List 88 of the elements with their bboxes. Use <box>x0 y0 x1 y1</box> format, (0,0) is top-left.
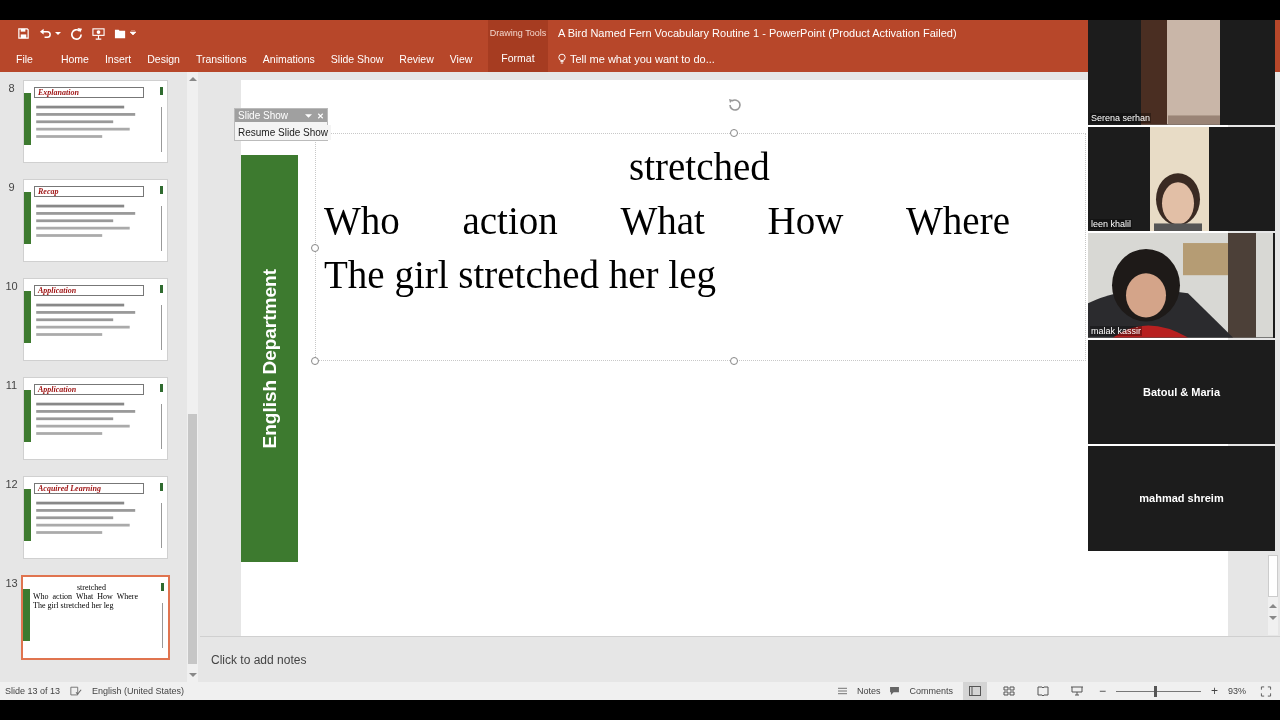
slide-heading: How <box>767 198 844 244</box>
participant-name: Batoul & Maria <box>1143 385 1220 398</box>
participant-name: malak kassir <box>1090 325 1142 336</box>
slide-number: 11 <box>4 378 19 391</box>
save-icon[interactable] <box>17 26 30 40</box>
slide-thumbnail[interactable]: stretched Who action What How Where The girl stretched her leg <box>21 575 170 660</box>
thumbnail-banner <box>24 93 31 145</box>
slide-thumbnail[interactable]: Acquired Learning <box>23 476 168 559</box>
thumbnail-banner <box>23 589 30 641</box>
spellcheck-icon[interactable] <box>70 685 83 697</box>
toolbar-title: Slide Show <box>238 110 290 121</box>
thumbnail-banner <box>24 291 31 343</box>
participant-name: mahmad shreim <box>1139 492 1224 505</box>
fit-slide-icon[interactable] <box>1260 685 1272 697</box>
ribbon-tab[interactable]: Review <box>397 53 436 65</box>
notes-button[interactable]: Notes <box>856 686 881 696</box>
thumbnail-title: Acquired Learning <box>34 483 144 494</box>
thumbnail-title: Application <box>34 384 144 395</box>
slide-heading: What <box>620 198 705 244</box>
participant-name: leen khalil <box>1090 219 1133 229</box>
zoom-thumb[interactable] <box>1154 685 1158 697</box>
comment-icon[interactable] <box>890 687 900 695</box>
customize-caret-icon[interactable] <box>130 30 136 36</box>
slide-heading: Where <box>906 198 1010 244</box>
resize-handle[interactable] <box>311 244 319 252</box>
slide-thumbnail[interactable]: Recap <box>23 179 168 262</box>
ribbon-tab[interactable]: Animations <box>260 53 317 65</box>
tell-me-field[interactable]: Tell me what you want to do... <box>570 53 715 65</box>
ribbon-tab[interactable]: Design <box>145 53 182 65</box>
slide-thumbnail[interactable]: Application <box>23 377 168 460</box>
ribbon-tab[interactable]: View <box>447 53 475 65</box>
scrollbar[interactable] <box>187 72 198 682</box>
ribbon-tab[interactable]: Format <box>499 46 537 72</box>
scroll-up-icon[interactable] <box>188 76 197 82</box>
rotate-handle-icon[interactable] <box>727 97 743 113</box>
ribbon-tab[interactable]: Transitions <box>193 53 249 65</box>
notes-placeholder[interactable]: Click to add notes <box>211 652 307 667</box>
undo-icon[interactable] <box>39 26 52 40</box>
thumbnail-title: Application <box>34 285 144 296</box>
redo-icon[interactable] <box>70 26 83 40</box>
comments-button[interactable]: Comments <box>909 686 953 696</box>
slide-sentence: The girl stretched her leg <box>324 252 717 299</box>
resize-handle[interactable] <box>730 129 738 137</box>
zoom-level[interactable]: 93% <box>1228 686 1250 696</box>
slide-number: 8 <box>7 81 16 94</box>
window-title: A Bird Named Fern Vocabulary Routine 1 - PowerPoint (Product Activation Failed) <box>558 26 957 41</box>
context-label: Drawing Tools <box>489 27 547 40</box>
thumbnail-title: Explanation <box>34 87 144 98</box>
language[interactable]: English (United States) <box>92 686 185 696</box>
lightbulb-icon <box>558 53 566 65</box>
slide-heading: Who <box>324 198 400 244</box>
ribbon-tab[interactable]: File <box>14 53 35 65</box>
scroll-down-icon[interactable] <box>1269 615 1277 621</box>
thumbnail-title: Recap <box>34 186 144 197</box>
thumbnail-text: The girl stretched her leg <box>33 601 115 610</box>
notes-icon[interactable] <box>837 687 847 695</box>
zoom-in-button[interactable]: + <box>1211 684 1218 698</box>
ribbon-tab[interactable]: Slide Show <box>328 53 386 65</box>
close-icon[interactable] <box>317 112 324 119</box>
scroll-down-icon[interactable] <box>188 672 197 678</box>
resume-button[interactable]: Resume Slide Show <box>235 125 332 140</box>
slide-thumbnail[interactable]: Explanation <box>23 80 168 163</box>
slide-count: Slide 13 of 13 <box>5 686 61 696</box>
slide-number: 13 <box>4 576 19 589</box>
thumbnail-banner <box>24 489 31 541</box>
normal-view-icon[interactable] <box>962 682 987 700</box>
thumbnail-text: Who action What How Where <box>33 592 139 601</box>
thumbnail-banner <box>24 192 31 244</box>
ribbon-tab[interactable]: Insert <box>102 53 134 65</box>
zoom-out-button[interactable]: − <box>1098 684 1106 698</box>
resize-handle[interactable] <box>311 357 319 365</box>
side-label: English Department <box>258 268 281 449</box>
scroll-up-icon[interactable] <box>1269 603 1277 609</box>
ribbon-tab[interactable]: Home <box>58 53 91 65</box>
scrollbar[interactable] <box>1268 555 1278 635</box>
slide-number: 9 <box>7 180 16 193</box>
resize-handle[interactable] <box>730 357 738 365</box>
slide-number: 10 <box>4 279 19 292</box>
thumbnail-text: stretched <box>76 583 107 592</box>
participant-name: Serena serhan <box>1090 112 1152 123</box>
thumbnail-banner <box>24 390 31 442</box>
slide-number: 12 <box>4 477 19 490</box>
caret-icon[interactable] <box>305 112 312 119</box>
slide-thumbnail[interactable]: Application <box>23 278 168 361</box>
caret-icon[interactable] <box>55 30 61 36</box>
slide-title: stretched <box>628 144 771 190</box>
presentation-icon[interactable] <box>92 26 105 40</box>
slide-heading: action <box>462 198 558 244</box>
